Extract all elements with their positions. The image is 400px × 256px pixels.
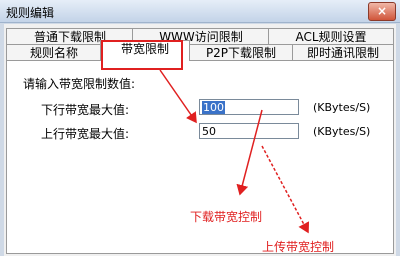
arrow-to-download-control: [236, 109, 263, 196]
arrow-to-upload-control: [261, 145, 310, 234]
arrow-to-download-input: [159, 69, 197, 124]
rule-edit-window: 规则编辑 × 普通下载限制 WWW访问限制 ACL规则设置 规则名称 带宽限制 …: [0, 0, 400, 256]
upload-control-annotation: 上传带宽控制: [262, 240, 335, 254]
download-control-annotation: 下载带宽控制: [190, 210, 263, 224]
